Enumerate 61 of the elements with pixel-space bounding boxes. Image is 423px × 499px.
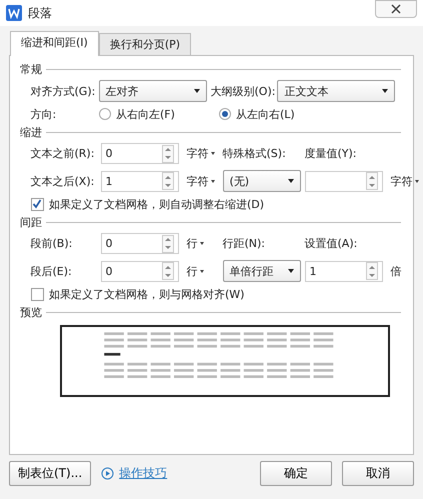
section-title: 常规 xyxy=(20,63,42,76)
play-icon xyxy=(101,467,114,480)
spin-field[interactable]: 1 xyxy=(304,260,382,282)
dropdown[interactable]: 单倍行距 xyxy=(222,260,300,282)
checkbox-label: 如果定义了文档网格，则与网格对齐(W) xyxy=(49,288,244,301)
tips-link[interactable]: 操作技巧 xyxy=(101,466,168,481)
spin-field[interactable] xyxy=(304,170,382,192)
spin-field[interactable]: 1 xyxy=(100,170,178,192)
tab[interactable]: 换行和分页(P) xyxy=(98,33,192,56)
spin-buttons[interactable] xyxy=(162,262,174,280)
field-value: 0 xyxy=(106,264,112,278)
field-label: 大纲级别(O): xyxy=(210,84,276,98)
field-value: 1 xyxy=(310,264,316,278)
spin-buttons[interactable] xyxy=(162,172,174,190)
unit-dropdown[interactable]: 字符 xyxy=(182,174,222,188)
section-title: 预览 xyxy=(20,306,42,319)
section-title: 间距 xyxy=(20,216,42,230)
unit-label: 倍 xyxy=(390,264,402,278)
unit-dropdown[interactable]: 字符 xyxy=(182,147,222,160)
spin-buttons[interactable] xyxy=(366,262,378,280)
field-label: 段后(E): xyxy=(30,264,73,278)
field-label: 特殊格式(S): xyxy=(222,147,287,160)
spin-buttons[interactable] xyxy=(162,234,174,253)
field-label: 文本之后(X): xyxy=(30,174,96,188)
app-logo-icon xyxy=(6,5,22,21)
field-value: 0 xyxy=(106,237,112,250)
radio-label: 从右向左(F) xyxy=(116,108,175,122)
cancel-button[interactable]: 取消 xyxy=(342,461,414,486)
field-label: 行距(N): xyxy=(222,237,266,250)
field-label: 段前(B): xyxy=(30,237,74,250)
checkbox-label: 如果定义了文档网格，则自动调整右缩进(D) xyxy=(49,198,264,211)
radio-label: 从左向右(L) xyxy=(236,108,295,122)
close-icon xyxy=(391,4,401,14)
spin-field[interactable]: 0 xyxy=(100,260,178,282)
dropdown[interactable]: (无) xyxy=(222,170,300,192)
spin-buttons[interactable] xyxy=(366,172,378,190)
spin-buttons[interactable] xyxy=(162,144,174,163)
close-button[interactable] xyxy=(375,0,417,18)
tab[interactable]: 缩进和间距(I) xyxy=(10,31,99,56)
radio-button[interactable] xyxy=(98,108,110,120)
dropdown[interactable]: 正文文本 xyxy=(277,80,396,102)
field-label: 文本之前(R): xyxy=(30,147,96,160)
field-label: 度量值(Y): xyxy=(304,147,358,160)
field-label: 设置值(A): xyxy=(304,237,358,250)
dropdown[interactable]: 左对齐 xyxy=(98,80,206,102)
ok-button[interactable]: 确定 xyxy=(260,461,332,486)
field-value: 0 xyxy=(106,147,112,160)
checkbox[interactable] xyxy=(30,198,44,211)
field-label: 对齐方式(G): xyxy=(30,84,96,98)
unit-dropdown[interactable]: 行 xyxy=(182,237,222,250)
radio-button[interactable] xyxy=(218,108,230,120)
unit-dropdown[interactable]: 字符 xyxy=(386,174,423,188)
checkbox[interactable] xyxy=(30,288,44,301)
spin-field[interactable]: 0 xyxy=(100,143,178,164)
unit-dropdown[interactable]: 行 xyxy=(182,264,222,278)
tab-stops-button[interactable]: 制表位(T)... xyxy=(9,461,92,486)
spin-field[interactable]: 0 xyxy=(100,233,178,254)
section-title: 缩进 xyxy=(20,126,42,140)
field-label: 方向: xyxy=(30,108,58,122)
window-title: 段落 xyxy=(28,6,52,20)
field-value: 1 xyxy=(106,174,112,188)
